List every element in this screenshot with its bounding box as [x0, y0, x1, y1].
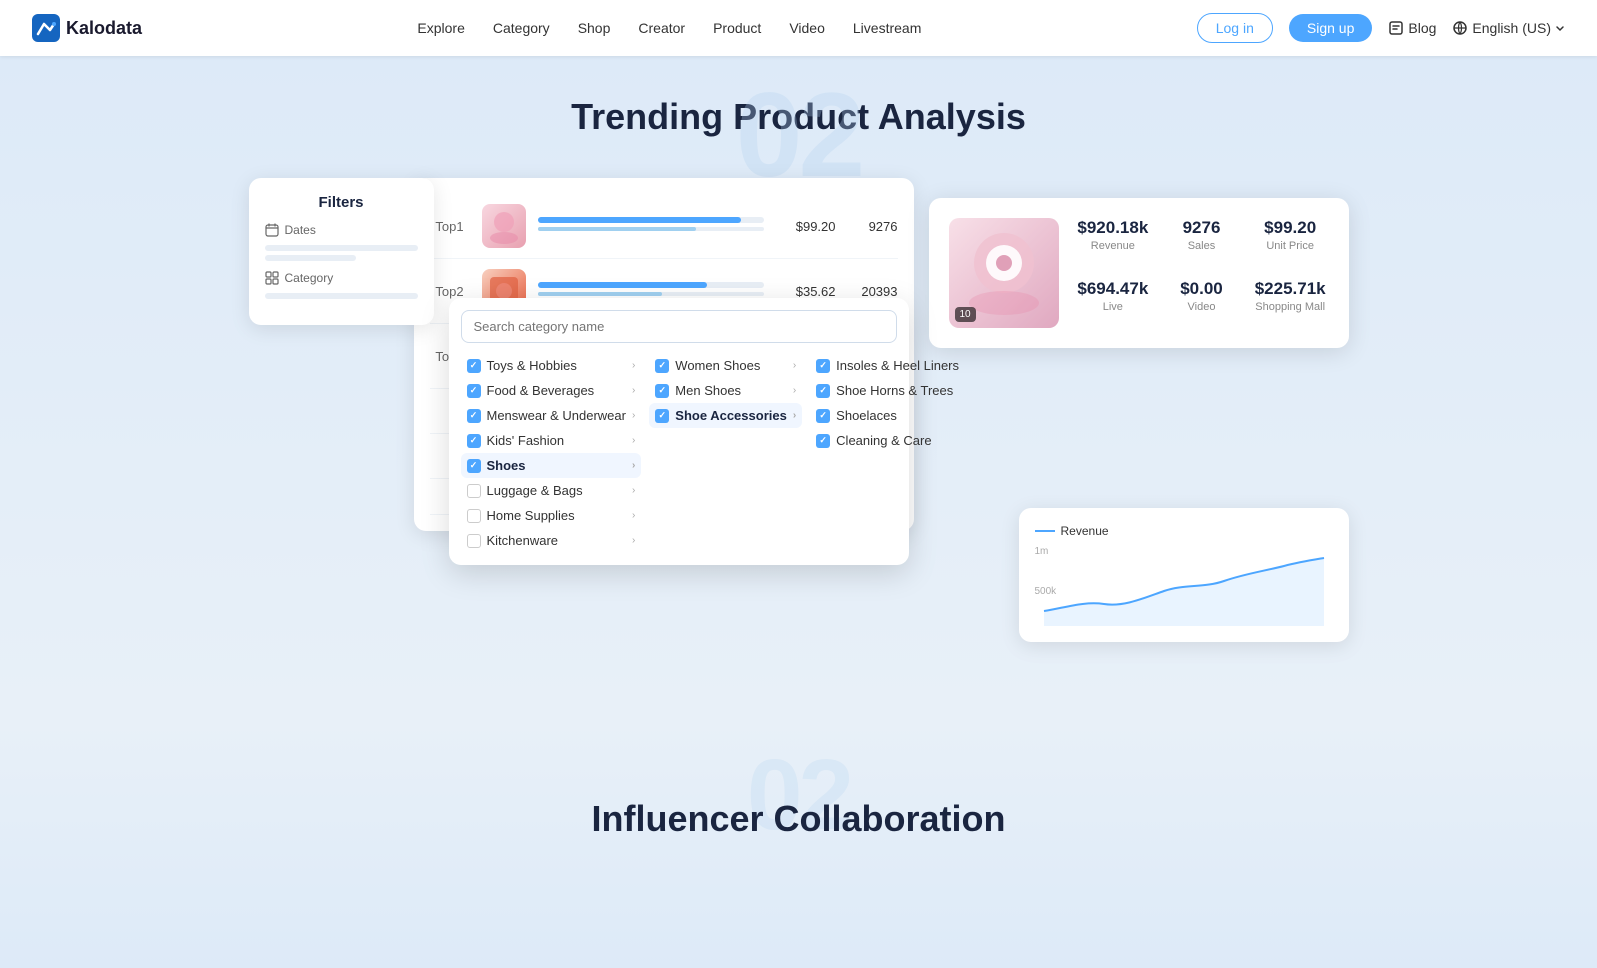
dates-label[interactable]: Dates [265, 223, 418, 237]
nav-video[interactable]: Video [789, 20, 825, 36]
stat-sales: 9276 Sales [1163, 218, 1240, 267]
rank-label: Top1 [430, 219, 470, 234]
category-columns: ✓ Toys & Hobbies › ✓ Food & Beverages › … [461, 353, 897, 553]
section2-title: Influencer Collaboration [0, 758, 1597, 840]
nav-product[interactable]: Product [713, 20, 761, 36]
login-button[interactable]: Log in [1197, 13, 1273, 43]
cat-item-food[interactable]: ✓ Food & Beverages › [461, 378, 642, 403]
product-sales: 9276 [848, 219, 898, 234]
logo-text: Kalodata [66, 18, 142, 39]
cat-item-insoles[interactable]: ✓ Insoles & Heel Liners [810, 353, 965, 378]
revenue-chart: Revenue 1m 500k [1019, 508, 1349, 642]
checkbox-cleaning[interactable]: ✓ [816, 434, 830, 448]
chart-label-1m: 1m [1035, 546, 1049, 557]
checkbox-insoles[interactable]: ✓ [816, 359, 830, 373]
category-col-1: ✓ Toys & Hobbies › ✓ Food & Beverages › … [461, 353, 642, 553]
category-search-input[interactable] [461, 310, 897, 343]
category-dropdown: ✓ Toys & Hobbies › ✓ Food & Beverages › … [449, 298, 909, 565]
cat-item-shoelaces[interactable]: ✓ Shoelaces [810, 403, 965, 428]
checkbox-luggage[interactable] [467, 484, 481, 498]
cat-item-cleaning[interactable]: ✓ Cleaning & Care [810, 428, 965, 453]
product-stats: $920.18k Revenue 9276 Sales $99.20 Unit … [1075, 218, 1329, 328]
signup-button[interactable]: Sign up [1289, 14, 1372, 42]
blog-link[interactable]: Blog [1388, 20, 1436, 36]
checkbox-shoes[interactable]: ✓ [467, 459, 481, 473]
cat-item-men-shoes[interactable]: ✓ Men Shoes › [649, 378, 802, 403]
logo[interactable]: Kalodata [32, 14, 142, 42]
category-col-3: ✓ Insoles & Heel Liners ✓ Shoe Horns & T… [810, 353, 965, 553]
category-label[interactable]: Category [265, 271, 418, 285]
product-detail-card: 10 $920.18k Revenue 9276 Sales $99.20 Un… [929, 198, 1349, 348]
stat-unit-price: $99.20 Unit Price [1252, 218, 1329, 267]
product-sales: 20393 [848, 284, 898, 299]
nav-links: Explore Category Shop Creator Product Vi… [417, 20, 921, 36]
hero-section: 02 Trending Product Analysis Filters Dat… [0, 56, 1597, 718]
checkbox-shoe-horns[interactable]: ✓ [816, 384, 830, 398]
stat-revenue: $920.18k Revenue [1075, 218, 1152, 267]
checkbox-toys[interactable]: ✓ [467, 359, 481, 373]
product-badge: 10 [955, 307, 976, 322]
chart-area: 1m 500k [1035, 546, 1333, 626]
cat-item-kitchenware[interactable]: Kitchenware › [461, 528, 642, 553]
nav-shop[interactable]: Shop [578, 20, 611, 36]
product-thumbnail [482, 204, 526, 248]
cat-item-toys[interactable]: ✓ Toys & Hobbies › [461, 353, 642, 378]
stat-shopping-mall: $225.71k Shopping Mall [1252, 279, 1329, 328]
category-filter: Category [265, 271, 418, 299]
dates-filter: Dates [265, 223, 418, 261]
product-card-inner: 10 $920.18k Revenue 9276 Sales $99.20 Un… [949, 218, 1329, 328]
nav-right: Log in Sign up Blog English (US) [1197, 13, 1565, 43]
filters-panel: Filters Dates Category [249, 178, 434, 325]
rank-label: Top2 [430, 284, 470, 299]
checkbox-home[interactable] [467, 509, 481, 523]
table-row: Top1 $99.20 9276 [430, 194, 898, 259]
cat-item-menswear[interactable]: ✓ Menswear & Underwear › [461, 403, 642, 428]
revenue-chart-svg [1035, 546, 1333, 626]
nav-creator[interactable]: Creator [638, 20, 685, 36]
section2: 02 Influencer Collaboration [0, 718, 1597, 968]
checkbox-food[interactable]: ✓ [467, 384, 481, 398]
product-price: $35.62 [776, 284, 836, 299]
nav-category[interactable]: Category [493, 20, 550, 36]
product-price: $99.20 [776, 219, 836, 234]
language-selector[interactable]: English (US) [1452, 20, 1565, 36]
nav-explore[interactable]: Explore [417, 20, 464, 36]
cat-item-shoes[interactable]: ✓ Shoes › [461, 453, 642, 478]
checkbox-menswear[interactable]: ✓ [467, 409, 481, 423]
checkbox-men-shoes[interactable]: ✓ [655, 384, 669, 398]
chart-label-500k: 500k [1035, 586, 1057, 597]
checkbox-shoe-accessories[interactable]: ✓ [655, 409, 669, 423]
checkbox-kitchenware[interactable] [467, 534, 481, 548]
hero-title: Trending Product Analysis [0, 96, 1597, 138]
checkbox-women-shoes[interactable]: ✓ [655, 359, 669, 373]
category-col-2: ✓ Women Shoes › ✓ Men Shoes › ✓ Shoe Acc… [649, 353, 802, 553]
legend-line [1035, 530, 1055, 532]
navbar: Kalodata Explore Category Shop Creator P… [0, 0, 1597, 56]
nav-livestream[interactable]: Livestream [853, 20, 921, 36]
cat-item-shoe-accessories[interactable]: ✓ Shoe Accessories › [649, 403, 802, 428]
filters-title: Filters [265, 194, 418, 211]
product-bar-area [538, 217, 764, 235]
stat-video: $0.00 Video [1163, 279, 1240, 328]
chart-legend: Revenue [1035, 524, 1333, 538]
cat-item-home[interactable]: Home Supplies › [461, 503, 642, 528]
product-image: 10 [949, 218, 1059, 328]
checkbox-kids[interactable]: ✓ [467, 434, 481, 448]
panel-area: Filters Dates Category Top1 [249, 178, 1349, 658]
cat-item-kids[interactable]: ✓ Kids' Fashion › [461, 428, 642, 453]
stat-live: $694.47k Live [1075, 279, 1152, 328]
cat-item-shoe-horns[interactable]: ✓ Shoe Horns & Trees [810, 378, 965, 403]
checkbox-shoelaces[interactable]: ✓ [816, 409, 830, 423]
cat-item-women-shoes[interactable]: ✓ Women Shoes › [649, 353, 802, 378]
cat-item-luggage[interactable]: Luggage & Bags › [461, 478, 642, 503]
